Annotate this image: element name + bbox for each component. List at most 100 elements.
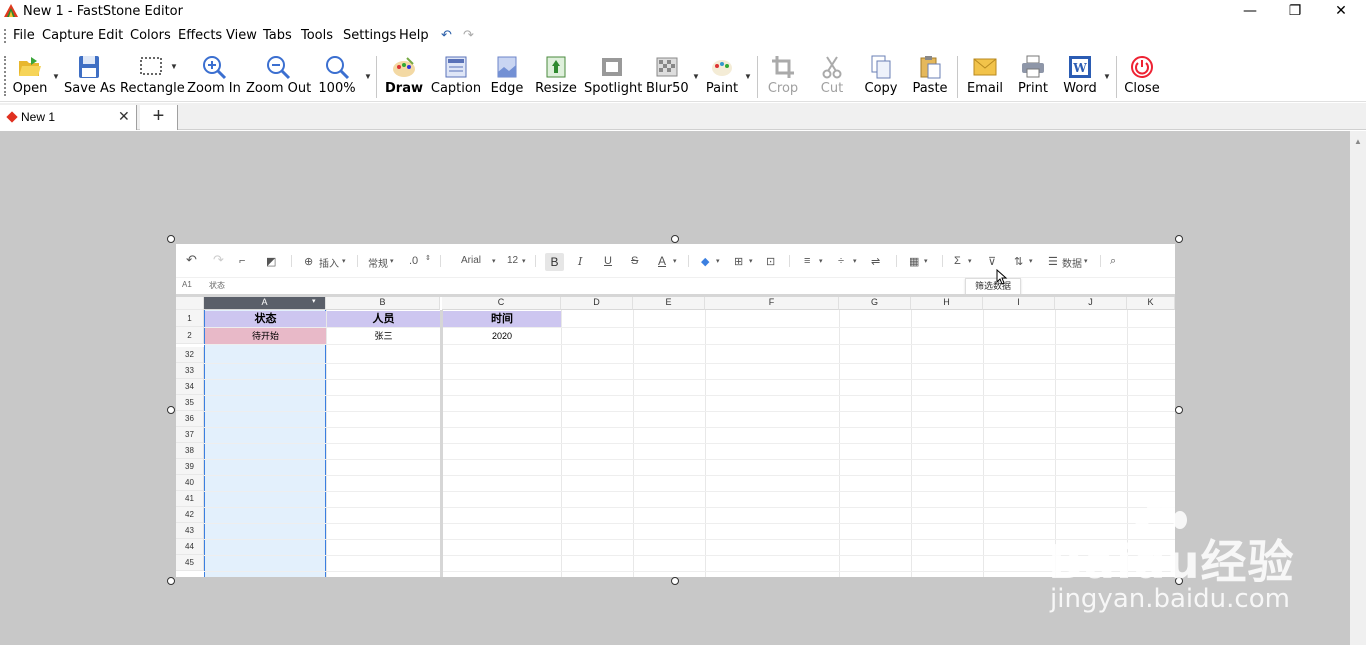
grid-line — [204, 491, 1175, 492]
spotlight-button[interactable]: Spotlight — [584, 50, 642, 100]
print-button[interactable]: Print — [1015, 50, 1051, 100]
row-header-38: 38 — [176, 443, 204, 459]
zoom-out-button[interactable]: Zoom Out — [246, 50, 311, 100]
menu-view[interactable]: View — [226, 28, 257, 43]
toolbar-grip[interactable] — [4, 56, 6, 96]
menu-grip[interactable] — [4, 29, 6, 43]
formula-bar: A1 状态 — [176, 278, 1175, 294]
decimal-stepper-icon: ⇕ — [425, 255, 431, 262]
grid-line — [204, 363, 1175, 364]
open-dropdown-icon[interactable]: ▼ — [52, 72, 60, 81]
cut-button[interactable]: Cut — [816, 50, 848, 100]
close-window-button[interactable]: ✕ — [1318, 0, 1364, 24]
undo-icon[interactable]: ↶ — [441, 28, 452, 43]
word-dropdown-icon[interactable]: ▼ — [1103, 72, 1111, 81]
row-header-2: 2 — [176, 327, 204, 344]
paint-dropdown-icon[interactable]: ▼ — [744, 72, 752, 81]
menu-file[interactable]: File — [13, 28, 35, 43]
zoom-level-button[interactable]: 100% — [316, 50, 358, 100]
rectangle-dropdown-icon[interactable]: ▼ — [170, 62, 178, 71]
scroll-up-icon[interactable]: ▲ — [1354, 137, 1362, 146]
edge-button[interactable]: Edge — [488, 50, 526, 100]
row-header-41: 41 — [176, 491, 204, 507]
embedded-image[interactable]: ↶ ↷ ⌐ ◩ ⊕ 插入 ▾ 常规 ▾ .0 ⇕ Arial ▾ 12 ▾ B … — [176, 244, 1175, 577]
font-dropdown-icon: ▾ — [492, 258, 496, 265]
crop-button[interactable]: Crop — [764, 50, 802, 100]
sheet-redo-icon: ↷ — [213, 252, 224, 267]
paint-button[interactable]: Paint — [704, 50, 740, 100]
resize-handle-left[interactable] — [167, 406, 175, 414]
new-tab-button[interactable]: + — [140, 105, 178, 130]
cell-b1: 人员 — [327, 311, 440, 327]
row-header-33: 33 — [176, 363, 204, 379]
draw-button[interactable]: Draw — [384, 50, 424, 100]
freeze-line-horizontal — [176, 294, 1175, 297]
data-menu-icon: ☰ — [1048, 256, 1058, 268]
resize-handle-right[interactable] — [1175, 406, 1183, 414]
caption-button[interactable]: Caption — [430, 50, 482, 100]
resize-handle-bottom-left[interactable] — [167, 577, 175, 585]
clipboard-icon — [920, 56, 941, 79]
resize-handle-top[interactable] — [671, 235, 679, 243]
resize-button[interactable]: Resize — [534, 50, 578, 100]
menu-effects[interactable]: Effects — [178, 28, 222, 43]
email-button[interactable]: Email — [965, 50, 1005, 100]
grid-line — [204, 539, 1175, 540]
open-button[interactable]: Open — [10, 50, 50, 100]
menu-help[interactable]: Help — [399, 28, 429, 43]
zoom-dropdown-icon[interactable]: ▼ — [364, 72, 372, 81]
format-painter-icon: ⌐ — [239, 255, 246, 267]
resize-handle-bottom[interactable] — [671, 577, 679, 585]
sheet-separator — [1100, 255, 1101, 267]
sheet-separator — [535, 255, 536, 267]
grid-line — [204, 395, 1175, 396]
power-icon — [1131, 56, 1153, 78]
column-menu-icon: ▾ — [312, 298, 316, 305]
crop-icon — [772, 56, 794, 78]
resize-handle-top-right[interactable] — [1175, 235, 1183, 243]
grid-line — [204, 555, 1175, 556]
menu-tools[interactable]: Tools — [301, 28, 333, 43]
row-header-40: 40 — [176, 475, 204, 491]
word-icon: W — [1069, 56, 1091, 78]
row-header-36: 36 — [176, 411, 204, 427]
zoom-out-icon — [267, 56, 291, 80]
minimize-button[interactable]: — — [1227, 0, 1273, 24]
eraser-icon: ◩ — [266, 256, 277, 268]
close-button[interactable]: Close — [1122, 50, 1162, 100]
row-header-43: 43 — [176, 523, 204, 539]
close-tab-icon[interactable]: ✕ — [118, 108, 130, 125]
formula-content: 状态 — [209, 281, 225, 290]
menu-bar: File Capture Edit Colors Effects View Ta… — [0, 25, 1366, 47]
cell-reference: A1 — [182, 280, 192, 289]
word-button[interactable]: W Word — [1060, 50, 1100, 100]
folder-open-icon — [19, 57, 41, 76]
copy-icon — [871, 55, 891, 79]
save-as-button[interactable]: Save As — [64, 50, 116, 100]
menu-capture[interactable]: Capture — [42, 28, 94, 43]
menu-tabs[interactable]: Tabs — [263, 28, 292, 43]
decimal-places: .0 — [409, 255, 419, 267]
paste-button[interactable]: Paste — [910, 50, 950, 100]
restore-button[interactable]: ❐ — [1272, 0, 1318, 24]
borders-icon: ⊞ — [734, 256, 744, 268]
menu-settings[interactable]: Settings — [343, 28, 396, 43]
menu-colors[interactable]: Colors — [130, 28, 171, 43]
grid-line — [204, 523, 1175, 524]
blur-dropdown-icon[interactable]: ▼ — [692, 72, 700, 81]
rectangle-select-button[interactable]: Rectangle — [120, 50, 185, 100]
grid-line — [204, 443, 1175, 444]
tab-new-1[interactable]: New 1 ✕ — [0, 105, 137, 130]
copy-button[interactable]: Copy — [862, 50, 900, 100]
watermark-brand: Baidu经验 — [1048, 535, 1295, 589]
blur-button[interactable]: Blur50 — [646, 50, 689, 100]
align-icon: ≡ — [804, 255, 811, 267]
zoom-in-button[interactable]: Zoom In — [186, 50, 242, 100]
toolbar-separator — [376, 56, 377, 98]
row-header-37: 37 — [176, 427, 204, 443]
vertical-scrollbar[interactable]: ▲ — [1350, 131, 1366, 645]
resize-handle-top-left[interactable] — [167, 235, 175, 243]
envelope-icon — [973, 58, 997, 76]
baidu-watermark: Baidu经验 jingyan.baidu.com — [1048, 498, 1298, 618]
menu-edit[interactable]: Edit — [98, 28, 123, 43]
